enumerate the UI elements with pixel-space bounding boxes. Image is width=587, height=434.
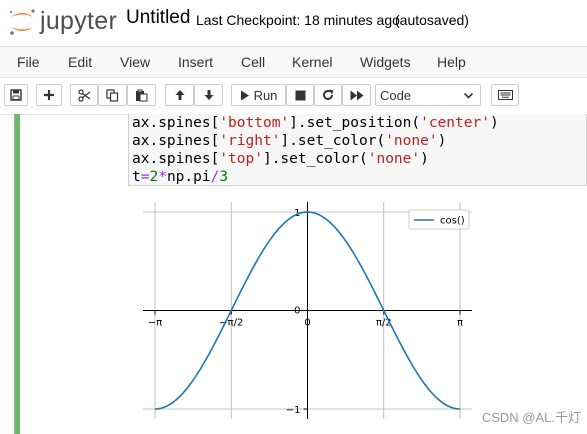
cell-type-select[interactable]: Code — [375, 84, 481, 106]
logo-text: jupyter — [40, 7, 118, 35]
cosine-plot: −π −π/2 0 π/2 π−110cos() — [143, 202, 472, 419]
insert-cell-button[interactable] — [36, 84, 62, 106]
copy-button[interactable] — [98, 84, 127, 106]
restart-icon — [323, 89, 334, 100]
move-down-icon — [204, 90, 213, 100]
menu-view[interactable]: View — [120, 54, 150, 70]
run-button[interactable]: Run — [231, 84, 286, 106]
legend-label: cos() — [440, 216, 465, 227]
code-line: ax.spines['bottom'].set_position('center… — [132, 115, 499, 131]
autosave-status: (autosaved) — [395, 12, 469, 28]
copy-icon — [106, 88, 119, 102]
move-down-button[interactable] — [194, 84, 223, 106]
y-tick-label: −1 — [286, 405, 301, 416]
paste-icon — [136, 89, 148, 101]
run-icon — [240, 90, 249, 100]
x-tick-label: 0 — [304, 318, 310, 329]
save-icon — [10, 89, 22, 101]
menu-kernel[interactable]: Kernel — [292, 54, 332, 70]
code-line: ax.spines['top'].set_color('none') — [132, 151, 429, 167]
menu-insert[interactable]: Insert — [178, 54, 213, 70]
cut-icon — [77, 88, 90, 102]
menu-edit[interactable]: Edit — [68, 54, 92, 70]
jupyter-logo-icon — [9, 9, 35, 35]
menu-cell[interactable]: Cell — [241, 54, 265, 70]
cell-type-value: Code — [380, 87, 412, 103]
stop-icon — [295, 90, 305, 100]
paste-button[interactable] — [127, 84, 156, 106]
code-editor[interactable]: ax.spines['bottom'].set_position('center… — [128, 114, 587, 186]
x-tick-label: π — [457, 318, 463, 329]
save-button[interactable] — [4, 84, 28, 106]
code-text[interactable]: ax.spines['bottom'].set_position('center… — [129, 114, 586, 186]
notebook-name[interactable]: Untitled — [126, 7, 190, 29]
x-tick-label: −π — [148, 318, 162, 329]
y-tick-label: 0 — [294, 306, 300, 317]
move-up-button[interactable] — [165, 84, 194, 106]
watermark: CSDN @AL.千灯 — [481, 410, 581, 425]
restart-button[interactable] — [314, 84, 342, 106]
checkpoint-status: Last Checkpoint: 18 minutes ago — [196, 12, 400, 28]
menu-file[interactable]: File — [17, 54, 40, 70]
keyboard-icon — [497, 90, 513, 100]
header: jupyter Untitled Last Checkpoint: 18 min… — [0, 0, 587, 44]
move-up-icon — [175, 90, 184, 100]
toolbar: Run Code — [0, 80, 587, 115]
menu-help[interactable]: Help — [437, 54, 466, 70]
menubar: File Edit View Insert Cell Kernel Widget… — [0, 46, 587, 78]
jupyter-logo[interactable]: jupyter — [6, 6, 124, 38]
command-palette-button[interactable] — [491, 84, 519, 106]
run-label: Run — [253, 87, 278, 103]
chevron-down-icon — [463, 92, 474, 99]
add-cell-icon — [44, 90, 54, 100]
interrupt-button[interactable] — [286, 84, 314, 106]
restart-run-all-button[interactable] — [342, 84, 371, 106]
cell-selection-bar — [15, 114, 20, 434]
code-line: t=2*np.pi/3 — [132, 169, 229, 185]
cut-button[interactable] — [70, 84, 98, 106]
fast-forward-icon — [350, 90, 363, 100]
menu-widgets[interactable]: Widgets — [360, 54, 411, 70]
code-line: ax.spines['right'].set_color('none') — [132, 133, 447, 149]
